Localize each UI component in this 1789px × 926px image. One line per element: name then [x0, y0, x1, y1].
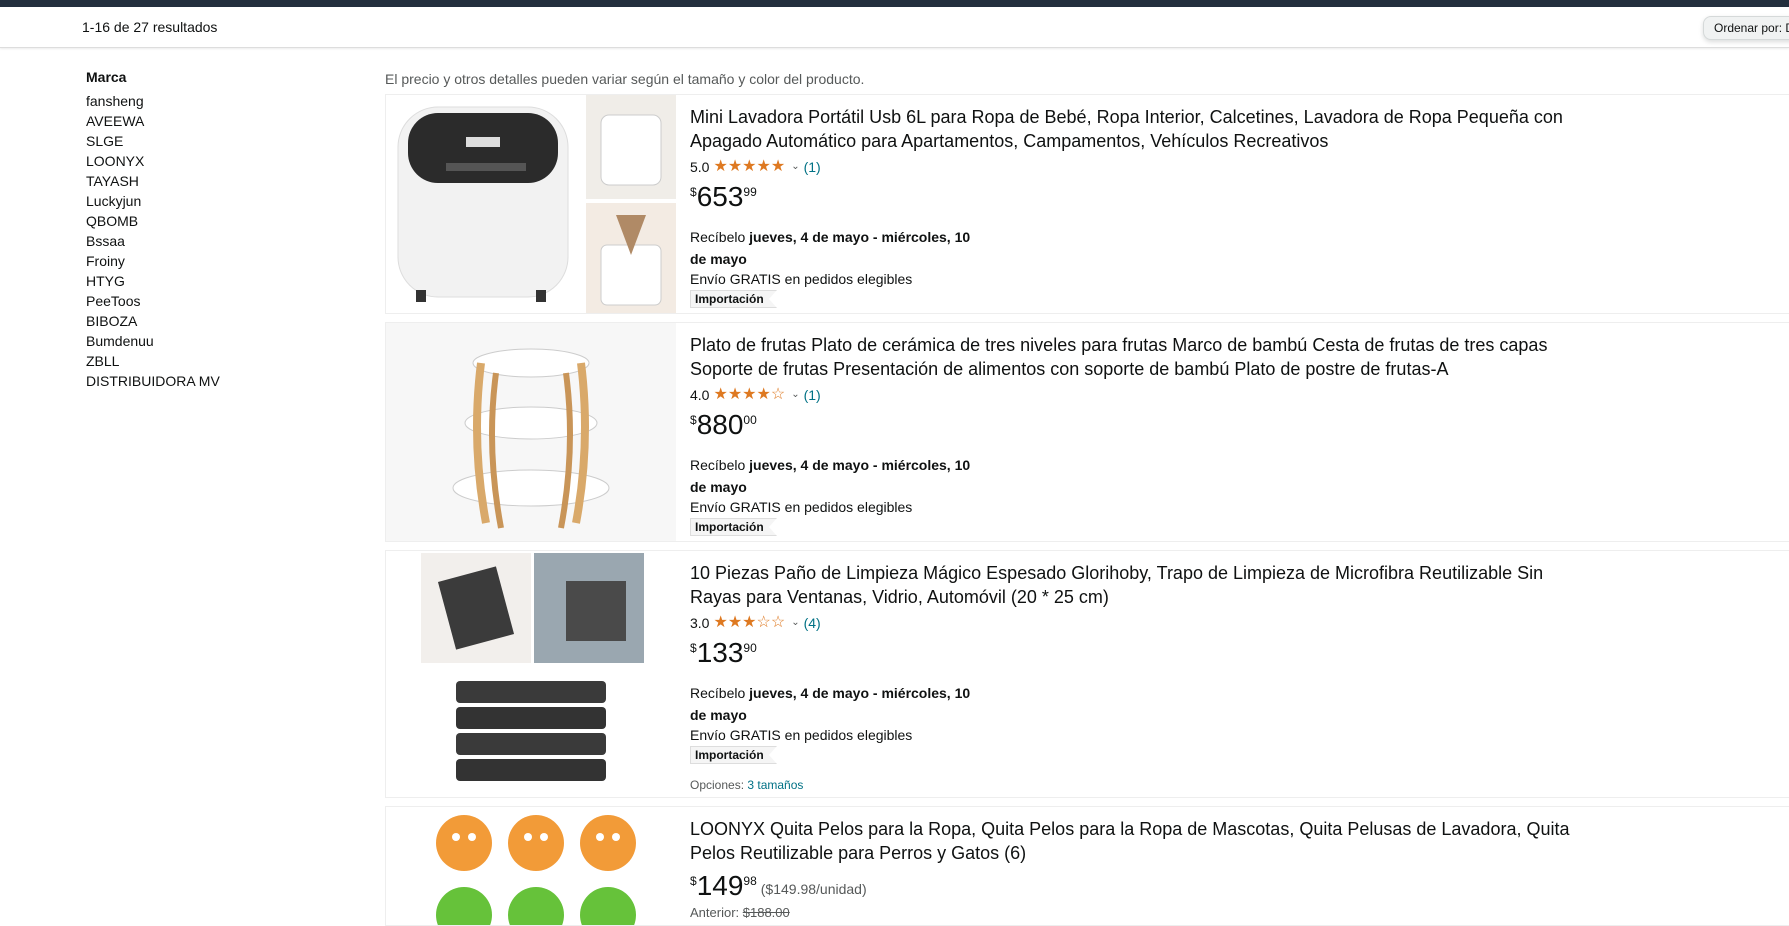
import-badge: Importación: [690, 290, 777, 308]
brand-filter-heading: Marca: [86, 69, 127, 85]
previous-price-label: Anterior:: [690, 905, 743, 920]
product-card: Mini Lavadora Portátil Usb 6L para Ropa …: [385, 94, 1789, 314]
price-symbol: $: [690, 413, 697, 427]
shipping-info: Envío GRATIS en pedidos elegibles: [690, 727, 913, 743]
product-image[interactable]: [386, 551, 676, 797]
chevron-down-icon[interactable]: ⌄: [791, 158, 799, 176]
price-whole: 653: [696, 181, 744, 212]
previous-price: Anterior: $188.00: [690, 905, 1590, 920]
star-rating-icon[interactable]: ★★★☆☆: [713, 614, 785, 632]
brand-filter-item[interactable]: fansheng: [86, 91, 346, 111]
brand-filter-item[interactable]: PeeToos: [86, 291, 346, 311]
import-badge: Importación: [690, 518, 777, 536]
product-info: Plato de frutas Plato de cerámica de tre…: [690, 333, 1590, 536]
brand-filter-item[interactable]: Froiny: [86, 251, 346, 271]
product-title[interactable]: Mini Lavadora Portátil Usb 6L para Ropa …: [690, 105, 1590, 153]
product-title[interactable]: Plato de frutas Plato de cerámica de tre…: [690, 333, 1590, 381]
brand-filter-item[interactable]: TAYASH: [86, 171, 346, 191]
rating-value: 4.0: [690, 387, 710, 403]
product-image[interactable]: [386, 95, 676, 313]
top-nav-bar: [0, 0, 1789, 7]
brand-filter-item[interactable]: Bssaa: [86, 231, 346, 251]
brand-filter-item[interactable]: HTYG: [86, 271, 346, 291]
review-count-link[interactable]: (4): [804, 614, 821, 632]
product-card: Plato de frutas Plato de cerámica de tre…: [385, 322, 1789, 542]
previous-price-value: $188.00: [742, 905, 790, 920]
brand-filter-item[interactable]: ZBLL: [86, 351, 346, 371]
import-badge: Importación: [690, 746, 777, 764]
product-rating: 5.0 ★★★★★ ⌄ (1): [690, 158, 1590, 176]
review-count-link[interactable]: (1): [804, 158, 821, 176]
results-count: 1-16 de 27 resultados: [82, 19, 218, 35]
review-count-link[interactable]: (1): [804, 386, 821, 404]
product-price[interactable]: $ 133 90: [690, 636, 1590, 672]
brand-filter-item[interactable]: AVEEWA: [86, 111, 346, 131]
options-link[interactable]: 3 tamaños: [747, 778, 803, 792]
brand-filter-item[interactable]: DISTRIBUIDORA MV: [86, 371, 346, 391]
sort-dropdown[interactable]: Ordenar por: Destacados: [1703, 16, 1789, 40]
product-info: Mini Lavadora Portátil Usb 6L para Ropa …: [690, 105, 1590, 308]
price-whole: 880: [696, 409, 744, 440]
chevron-down-icon[interactable]: ⌄: [791, 614, 799, 632]
rating-value: 3.0: [690, 615, 710, 631]
product-card: LOONYX Quita Pelos para la Ropa, Quita P…: [385, 806, 1789, 926]
price-notice: El precio y otros detalles pueden variar…: [385, 71, 865, 87]
price-whole: 149: [696, 870, 744, 901]
product-rating: 4.0 ★★★★☆ ⌄ (1): [690, 386, 1590, 404]
product-price[interactable]: $ 149 98 ($149.98/unidad): [690, 869, 1590, 905]
star-rating-icon[interactable]: ★★★★★: [713, 158, 785, 176]
product-price[interactable]: $ 880 00: [690, 408, 1590, 444]
fruit-plate-image: [386, 323, 676, 541]
price-whole: 133: [696, 637, 744, 668]
price-fraction: 00: [743, 413, 757, 427]
microfiber-cloth-image: [386, 551, 676, 797]
shipping-info: Envío GRATIS en pedidos elegibles: [690, 271, 913, 287]
brand-filter-item[interactable]: Bumdenuu: [86, 331, 346, 351]
delivery-prefix: Recíbelo: [690, 685, 750, 701]
product-info: 10 Piezas Paño de Limpieza Mágico Espesa…: [690, 561, 1590, 792]
delivery-info: Recíbelo jueves, 4 de mayo - miércoles, …: [690, 226, 980, 270]
product-rating: 3.0 ★★★☆☆ ⌄ (4): [690, 614, 1590, 632]
results-bar: 1-16 de 27 resultados Ordenar por: Desta…: [0, 7, 1789, 48]
price-fraction: 98: [743, 874, 757, 888]
delivery-prefix: Recíbelo: [690, 457, 750, 473]
washer-image: [386, 95, 676, 313]
delivery-info: Recíbelo jueves, 4 de mayo - miércoles, …: [690, 454, 980, 498]
product-price[interactable]: $ 653 99: [690, 180, 1590, 216]
star-rating-icon[interactable]: ★★★★☆: [713, 386, 785, 404]
delivery-info: Recíbelo jueves, 4 de mayo - miércoles, …: [690, 682, 980, 726]
brand-filter-item[interactable]: BIBOZA: [86, 311, 346, 331]
product-title[interactable]: LOONYX Quita Pelos para la Ropa, Quita P…: [690, 817, 1590, 865]
brand-filter: Marca fansheng AVEEWA SLGE LOONYX TAYASH…: [86, 68, 346, 391]
unit-price: ($149.98/unidad): [760, 881, 867, 897]
shipping-info: Envío GRATIS en pedidos elegibles: [690, 499, 913, 515]
price-symbol: $: [690, 641, 697, 655]
brand-filter-item[interactable]: QBOMB: [86, 211, 346, 231]
price-symbol: $: [690, 874, 697, 888]
price-fraction: 90: [743, 641, 757, 655]
options-label: Opciones:: [690, 778, 748, 792]
product-image[interactable]: [386, 323, 676, 541]
price-symbol: $: [690, 185, 697, 199]
rating-value: 5.0: [690, 159, 710, 175]
brand-filter-item[interactable]: Luckyjun: [86, 191, 346, 211]
brand-filter-item[interactable]: SLGE: [86, 131, 346, 151]
product-card: 10 Piezas Paño de Limpieza Mágico Espesa…: [385, 550, 1789, 798]
pet-hair-remover-image: [386, 807, 676, 925]
delivery-prefix: Recíbelo: [690, 229, 750, 245]
chevron-down-icon[interactable]: ⌄: [791, 386, 799, 404]
price-fraction: 99: [743, 185, 757, 199]
product-image[interactable]: [386, 807, 676, 925]
product-options: Opciones: 3 tamaños: [690, 778, 1590, 792]
product-info: LOONYX Quita Pelos para la Ropa, Quita P…: [690, 817, 1590, 920]
product-title[interactable]: 10 Piezas Paño de Limpieza Mágico Espesa…: [690, 561, 1590, 609]
brand-filter-item[interactable]: LOONYX: [86, 151, 346, 171]
